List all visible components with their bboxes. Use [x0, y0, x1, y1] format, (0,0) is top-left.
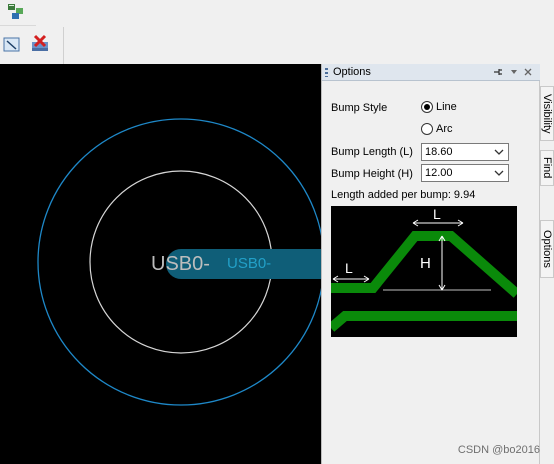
delete-red-icon[interactable]	[28, 32, 52, 56]
preview-l-marker-top: L	[433, 206, 441, 222]
tab-options-label[interactable]: Options	[541, 230, 553, 268]
options-panel: Options Bump Style Line Arc Bump Length …	[321, 64, 540, 464]
bump-height-value[interactable]: 12.00	[425, 167, 453, 179]
tab-visibility[interactable]: Visibility	[540, 86, 554, 141]
tab-find-label[interactable]: Find	[541, 157, 553, 178]
bump-preview: L L H	[327, 206, 521, 337]
bump-style-label: Bump Style	[331, 102, 388, 114]
bump-length-combo[interactable]: 18.60	[421, 143, 509, 161]
bump-length-value[interactable]: 18.60	[425, 146, 453, 158]
radio-arc[interactable]	[421, 123, 433, 135]
select-rect-icon[interactable]	[0, 33, 24, 57]
pin-icon[interactable]	[492, 66, 504, 78]
component-stack-icon[interactable]	[4, 0, 28, 24]
pcb-canvas[interactable]: USB0- USB0-	[0, 64, 321, 464]
watermark-text: CSDN @bo2016	[457, 444, 540, 456]
bump-length-label: Bump Length (L)	[331, 146, 413, 158]
side-tab-strip: Visibility Find Options	[540, 64, 554, 464]
trace-label: USB0-	[227, 255, 271, 272]
bump-height-combo[interactable]: 12.00	[421, 164, 509, 182]
options-panel-title: Options	[333, 66, 371, 78]
preview-straight-trace	[327, 311, 517, 332]
tab-options[interactable]: Options	[540, 220, 554, 278]
radio-line-label[interactable]: Line	[436, 101, 457, 113]
drag-grip-icon[interactable]	[325, 67, 328, 77]
close-icon[interactable]	[522, 66, 534, 78]
tab-visibility-label[interactable]: Visibility	[541, 94, 553, 134]
tab-find[interactable]: Find	[540, 150, 554, 186]
dropdown-menu-icon[interactable]	[508, 66, 520, 78]
bump-preview-drawing: L L H	[327, 206, 521, 332]
bump-height-label: Bump Height (H)	[331, 168, 413, 180]
radio-line[interactable]	[421, 101, 433, 113]
chevron-down-icon[interactable]	[492, 166, 506, 180]
top-toolbar	[0, 0, 36, 26]
secondary-toolbar	[0, 27, 64, 64]
pcb-drawing: USB0- USB0-	[37, 118, 321, 406]
chevron-down-icon[interactable]	[492, 145, 506, 159]
preview-l-marker-left: L	[345, 260, 353, 276]
options-panel-header: Options	[322, 64, 540, 81]
radio-arc-label[interactable]: Arc	[436, 123, 453, 135]
preview-h-marker: H	[420, 255, 431, 272]
length-added-text: Length added per bump: 9.94	[331, 189, 476, 201]
pad-label: USB0-	[151, 253, 210, 275]
